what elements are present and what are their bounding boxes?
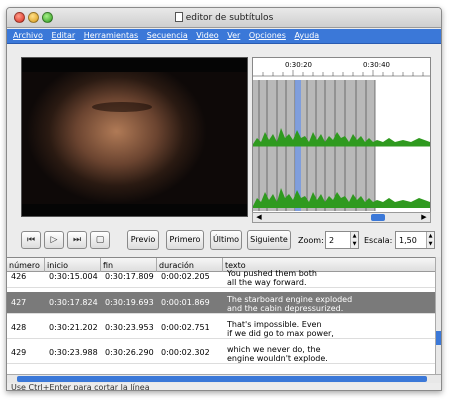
menu-secuencia[interactable]: Secuencia xyxy=(141,29,188,40)
table-vertical-scrollbar[interactable] xyxy=(435,257,441,375)
scale-stepper-icon[interactable]: ▲ ▼ xyxy=(426,232,434,248)
time-label-0: 0:30:20 xyxy=(285,61,312,69)
menu-bar: Archivo Editar Herramientas Secuencia Vi… xyxy=(7,29,441,44)
table-row[interactable]: 428 0:30:21.202 0:30:23.953 0:00:02.751 … xyxy=(7,317,435,339)
menu-editar[interactable]: Editar xyxy=(45,29,75,40)
skip-back-button[interactable]: ⏮ xyxy=(21,231,41,249)
waveform-view[interactable]: 0:30:20 0:30:40 xyxy=(252,57,431,223)
status-bar-text: Use Ctrl+Enter para cortar la línea xyxy=(11,383,150,391)
waveform-graphic: 0:30:20 0:30:40 xyxy=(253,61,430,211)
menu-video[interactable]: Video xyxy=(190,29,218,40)
time-label-1: 0:30:40 xyxy=(363,61,390,69)
main-window: editor de subtítulos Archivo Editar Herr… xyxy=(6,7,442,391)
table-row[interactable]: 426 0:30:15.004 0:30:17.809 0:00:02.205 … xyxy=(7,266,435,288)
video-frame-image xyxy=(22,72,247,204)
menu-archivo[interactable]: Archivo xyxy=(7,29,43,40)
skip-forward-icon: ⏭ xyxy=(72,235,82,245)
menu-ver[interactable]: Ver xyxy=(221,29,240,40)
video-preview[interactable] xyxy=(21,57,248,217)
skip-back-icon: ⏮ xyxy=(26,235,36,245)
next-button[interactable]: Siguiente xyxy=(247,230,291,250)
zoom-value: 2 xyxy=(329,236,335,245)
window-title-text: editor de subtítulos xyxy=(185,13,274,23)
zoom-stepper-icon[interactable]: ▲ ▼ xyxy=(350,232,358,248)
menu-herramientas[interactable]: Herramientas xyxy=(78,29,139,40)
play-button[interactable]: ▷ xyxy=(44,231,64,249)
table-row[interactable]: 429 0:30:23.988 0:30:26.290 0:00:02.302 … xyxy=(7,342,435,364)
first-button[interactable]: Primero xyxy=(166,230,204,250)
playback-controls: ⏮ ▷ ⏭ ▢ Previo Primero Último Siguiente … xyxy=(7,227,441,255)
title-bar: editor de subtítulos xyxy=(7,8,441,28)
waveform-scrollbar[interactable]: ◀ ▶ xyxy=(252,212,431,223)
table-row-selected[interactable]: 427 0:30:17.824 0:30:19.693 0:00:01.869 … xyxy=(7,292,435,314)
document-icon xyxy=(174,12,183,22)
scroll-right-icon[interactable]: ▶ xyxy=(419,213,429,222)
window-title: editor de subtítulos xyxy=(7,12,441,23)
scroll-left-icon[interactable]: ◀ xyxy=(254,213,264,222)
menu-opciones[interactable]: Opciones xyxy=(243,29,286,40)
menu-ayuda[interactable]: Ayuda xyxy=(288,29,319,40)
previous-button[interactable]: Previo xyxy=(127,230,159,250)
stop-button[interactable]: ▢ xyxy=(90,231,110,249)
waveform-scroll-thumb[interactable] xyxy=(371,214,385,221)
scale-spinner[interactable]: 1,50 ▲ ▼ xyxy=(395,231,435,249)
stop-icon: ▢ xyxy=(95,235,105,245)
skip-forward-button[interactable]: ⏭ xyxy=(67,231,87,249)
zoom-label: Zoom: xyxy=(298,236,324,245)
table-horizontal-scrollbar[interactable] xyxy=(7,374,441,383)
subtitle-table[interactable]: número inicio fin duración texto 426 0:3… xyxy=(7,257,435,375)
table-scroll-thumb[interactable] xyxy=(436,331,441,345)
scale-value: 1,50 xyxy=(399,236,417,245)
table-hscroll-thumb[interactable] xyxy=(17,376,427,382)
last-button[interactable]: Último xyxy=(210,230,242,250)
play-icon: ▷ xyxy=(50,235,58,245)
scale-label: Escala: xyxy=(364,236,393,245)
zoom-spinner[interactable]: 2 ▲ ▼ xyxy=(325,231,359,249)
